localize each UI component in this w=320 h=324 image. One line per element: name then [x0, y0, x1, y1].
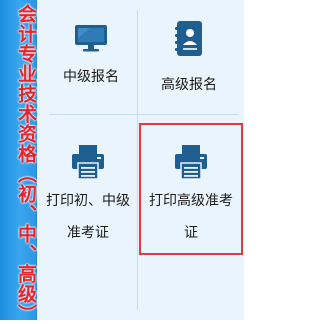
main-panel: 中级报名 高级报名 打印初、中级 准考证 打印高级准考 证 [37, 0, 244, 320]
tile-label-line2: 证 [184, 225, 198, 241]
print-primary-intermediate-admission-tile[interactable]: 打印初、中级 准考证 [39, 124, 137, 254]
divider-vertical [137, 10, 138, 310]
tile-label: 高级报名 [161, 77, 217, 93]
address-book-icon [174, 20, 204, 62]
sidebar: 会计专业技术资格（初、中、高级） [0, 0, 37, 324]
monitor-icon [74, 24, 108, 56]
tile-label-line2: 准考证 [67, 225, 109, 241]
print-senior-admission-tile[interactable]: 打印高级准考 证 [139, 123, 243, 255]
tile-label-line1: 打印高级准考 [149, 193, 233, 209]
sidebar-title: 会计专业技术资格（初、中、高级） [15, 4, 37, 324]
tile-label: 中级报名 [63, 69, 119, 85]
printer-icon [71, 144, 105, 184]
tile-label-line1: 打印初、中级 [46, 193, 130, 209]
printer-icon [174, 144, 208, 184]
senior-registration-tile[interactable]: 高级报名 [141, 10, 237, 110]
intermediate-registration-tile[interactable]: 中级报名 [47, 10, 135, 110]
divider-horizontal [49, 114, 239, 115]
